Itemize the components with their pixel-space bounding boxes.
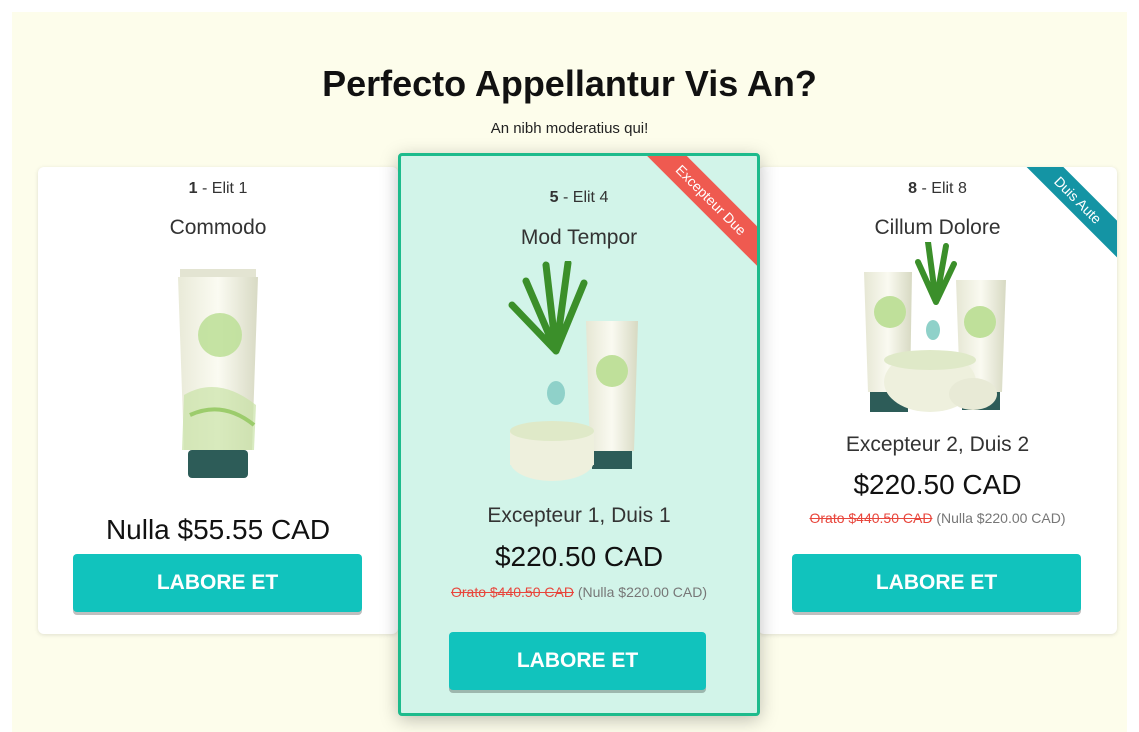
section-subtitle: An nibh moderatius qui!: [490, 120, 649, 137]
product-card-featured: 5 - Elit 4 Mod Tempor Excepteur Due Exce…: [398, 153, 760, 716]
product-card-1: 1 - Elit 1 Commodo Nulla $55.55 CAD LABO…: [38, 167, 398, 634]
labore-et-button[interactable]: LABORE ET: [449, 632, 706, 690]
original-price: Orato $440.50 CAD: [809, 510, 933, 526]
product-name: Cillum Dolore: [874, 216, 1001, 239]
product-name: Mod Tempor: [520, 226, 638, 249]
per-unit-price: (Nulla $220.00 CAD): [932, 510, 1066, 526]
labore-et-button[interactable]: LABORE ET: [792, 554, 1081, 612]
product-price: $220.50 CAD: [853, 469, 1022, 500]
product-price: Nulla $55.55 CAD: [105, 514, 331, 545]
card-rank: 1 - Elit 1: [188, 180, 248, 197]
bundle-summary: Excepteur 2, Duis 2: [845, 433, 1030, 456]
bundle-summary: Excepteur 1, Duis 1: [487, 504, 671, 527]
promo-ribbon: Excepteur Due: [640, 156, 757, 271]
product-image-bundle: [864, 242, 1006, 412]
original-price: Orato $440.50 CAD: [450, 584, 574, 600]
labore-et-button[interactable]: LABORE ET: [73, 554, 362, 612]
product-card-3: 8 - Elit 8 Cillum Dolore Duis Aute Excep…: [758, 167, 1117, 634]
per-unit-price: (Nulla $220.00 CAD): [573, 584, 708, 600]
price-comparison: Orato $440.50 CAD (Nulla $220.00 CAD): [758, 510, 1117, 526]
product-name: Commodo: [169, 216, 267, 239]
product-image-set: [508, 261, 638, 481]
section-title: Perfecto Appellantur Vis An?: [322, 63, 817, 104]
price-comparison: Orato $440.50 CAD (Nulla $220.00 CAD): [401, 584, 757, 600]
product-price: $220.50 CAD: [494, 541, 664, 572]
product-image-tube: [178, 269, 258, 478]
